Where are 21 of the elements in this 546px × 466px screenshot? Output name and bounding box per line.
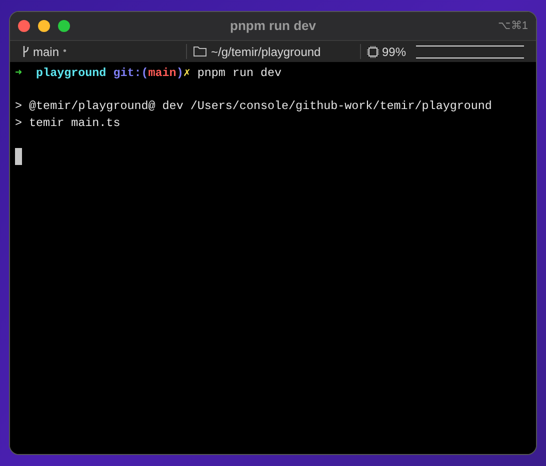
prompt-text: git:( <box>113 65 148 82</box>
branch-name: main <box>33 44 60 60</box>
shortcut-label: ⌥⌘1 <box>498 18 528 34</box>
window-title: pnpm run dev <box>230 17 316 36</box>
command-text: pnpm run dev <box>197 65 282 82</box>
prompt-text: main <box>148 65 176 82</box>
prompt-text: playground <box>36 65 106 82</box>
cpu-percent: 99% <box>382 44 406 60</box>
zoom-button[interactable] <box>58 20 70 32</box>
output-line: > temir main.ts <box>15 114 120 131</box>
cpu-icon <box>367 46 379 58</box>
dirty-indicator: • <box>63 45 67 59</box>
folder-icon <box>193 46 207 57</box>
dirty-mark: ✗ <box>183 65 190 82</box>
path-label: ~/g/temir/playground <box>211 44 321 60</box>
close-button[interactable] <box>18 20 30 32</box>
minimize-button[interactable] <box>38 20 50 32</box>
prompt-arrow: ➜ <box>15 65 22 82</box>
prompt-text: ) <box>176 65 184 82</box>
branch-icon <box>22 46 29 57</box>
output-line: > @temir/playground@ dev /Users/console/github-work/temir/playground <box>15 98 492 114</box>
